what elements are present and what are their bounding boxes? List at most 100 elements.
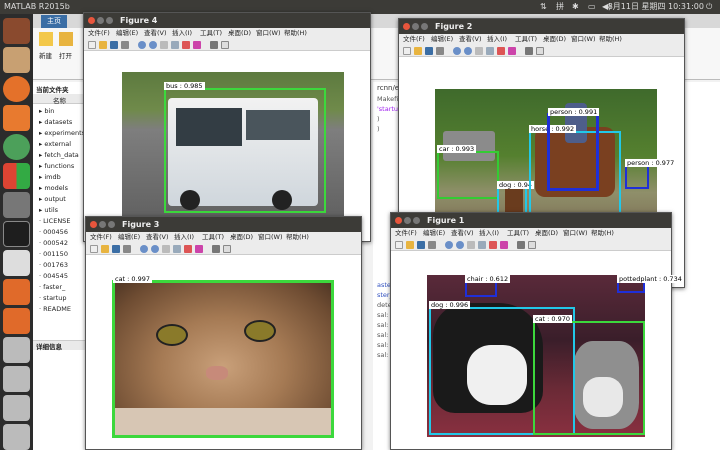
new-button[interactable]: 新建 [39,50,52,60]
open-icon[interactable] [99,41,107,49]
menu-insert[interactable]: 插入(I) [172,28,192,39]
open-icon[interactable] [59,32,73,46]
brush-icon[interactable] [195,245,203,253]
menu-view[interactable]: 查看(V) [146,232,169,243]
file-item[interactable]: · faster_ [39,282,65,292]
file-item[interactable]: · startup [39,293,67,303]
zoom-in-icon[interactable] [453,47,461,55]
menu-file[interactable]: 文件(F) [90,232,112,243]
menu-view[interactable]: 查看(V) [459,34,482,45]
file-item[interactable]: · 004545 [39,271,68,281]
minimize-button[interactable] [404,217,411,224]
clock[interactable]: 8月11日 星期四 10:31:00 [608,0,704,14]
close-button[interactable] [395,217,402,224]
folder-item[interactable]: ▸ bin [39,106,54,116]
folder-item[interactable]: ▸ models [39,183,68,193]
zoom-in-icon[interactable] [140,245,148,253]
folder-item[interactable]: ▸ fetch_data [39,150,79,160]
file-item[interactable]: · LICENSE [39,216,70,226]
new-figure-icon[interactable] [90,245,98,253]
terminal-icon[interactable] [3,221,30,247]
new-figure-icon[interactable] [88,41,96,49]
menu-tools[interactable]: 工具(T) [507,228,529,239]
rotate-icon[interactable] [173,245,181,253]
menu-file[interactable]: 文件(F) [395,228,417,239]
app-icon[interactable] [3,134,30,160]
drive-icon[interactable] [3,395,30,421]
input-method-icon[interactable]: 拼 [556,0,564,14]
legend-icon[interactable] [221,41,229,49]
software-center-icon[interactable] [3,105,30,131]
open-icon[interactable] [414,47,422,55]
menu-edit[interactable]: 编辑(E) [116,28,138,39]
pan-icon[interactable] [467,241,475,249]
folder-item[interactable]: ▸ imdb [39,172,61,182]
menu-insert[interactable]: 插入(I) [487,34,507,45]
menu-file[interactable]: 文件(F) [88,28,110,39]
brush-icon[interactable] [508,47,516,55]
menu-tools[interactable]: 工具(T) [515,34,537,45]
open-icon[interactable] [101,245,109,253]
menu-tools[interactable]: 工具(T) [200,28,222,39]
menu-window[interactable]: 窗口(W) [571,34,596,45]
data-cursor-icon[interactable] [184,245,192,253]
file-item[interactable]: · 000456 [39,227,68,237]
save-icon[interactable] [110,41,118,49]
colorbar-icon[interactable] [517,241,525,249]
maximize-button[interactable] [421,23,428,30]
print-icon[interactable] [123,245,131,253]
new-icon[interactable] [39,32,53,46]
menu-file[interactable]: 文件(F) [403,34,425,45]
menu-view[interactable]: 查看(V) [144,28,167,39]
print-icon[interactable] [436,47,444,55]
menu-help[interactable]: 帮助(H) [591,228,614,239]
file-item[interactable]: · 001763 [39,260,68,270]
zoom-out-icon[interactable] [149,41,157,49]
name-column-header[interactable]: 名称 [53,95,66,105]
colorbar-icon[interactable] [525,47,533,55]
minimize-button[interactable] [97,17,104,24]
files-icon[interactable] [3,47,30,73]
maximize-button[interactable] [106,17,113,24]
rotate-icon[interactable] [486,47,494,55]
figure-titlebar[interactable]: Figure 3 [86,217,361,232]
menu-help[interactable]: 帮助(H) [284,28,307,39]
menu-edit[interactable]: 编辑(E) [118,232,140,243]
zoom-in-icon[interactable] [445,241,453,249]
matlab-icon[interactable] [3,308,30,334]
close-button[interactable] [88,17,95,24]
menu-desktop[interactable]: 桌面(D) [228,28,251,39]
menu-tools[interactable]: 工具(T) [202,232,224,243]
menu-insert[interactable]: 插入(I) [174,232,194,243]
data-cursor-icon[interactable] [182,41,190,49]
new-figure-icon[interactable] [395,241,403,249]
legend-icon[interactable] [528,241,536,249]
zoom-in-icon[interactable] [138,41,146,49]
rotate-icon[interactable] [478,241,486,249]
dash-home-icon[interactable] [3,18,30,44]
power-icon[interactable]: ⏻ [706,0,712,14]
zoom-out-icon[interactable] [151,245,159,253]
zoom-out-icon[interactable] [464,47,472,55]
folder-item[interactable]: ▸ external [39,139,71,149]
open-icon[interactable] [406,241,414,249]
brush-icon[interactable] [500,241,508,249]
folder-item[interactable]: ▸ utils [39,205,58,215]
pan-icon[interactable] [475,47,483,55]
minimize-button[interactable] [412,23,419,30]
file-item[interactable]: · 000542 [39,238,68,248]
app-icon[interactable] [3,163,30,189]
bluetooth-icon[interactable]: ✱ [572,0,579,14]
close-button[interactable] [90,221,97,228]
folder-item[interactable]: ▸ functions [39,161,74,171]
save-icon[interactable] [112,245,120,253]
menu-view[interactable]: 查看(V) [451,228,474,239]
close-button[interactable] [403,23,410,30]
menu-desktop[interactable]: 桌面(D) [543,34,566,45]
file-item[interactable]: · README [39,304,71,314]
folder-item[interactable]: ▸ output [39,194,66,204]
menu-help[interactable]: 帮助(H) [286,232,309,243]
network-icon[interactable]: ⇅ [540,0,547,14]
pan-icon[interactable] [160,41,168,49]
battery-icon[interactable]: ▭ [588,0,596,14]
